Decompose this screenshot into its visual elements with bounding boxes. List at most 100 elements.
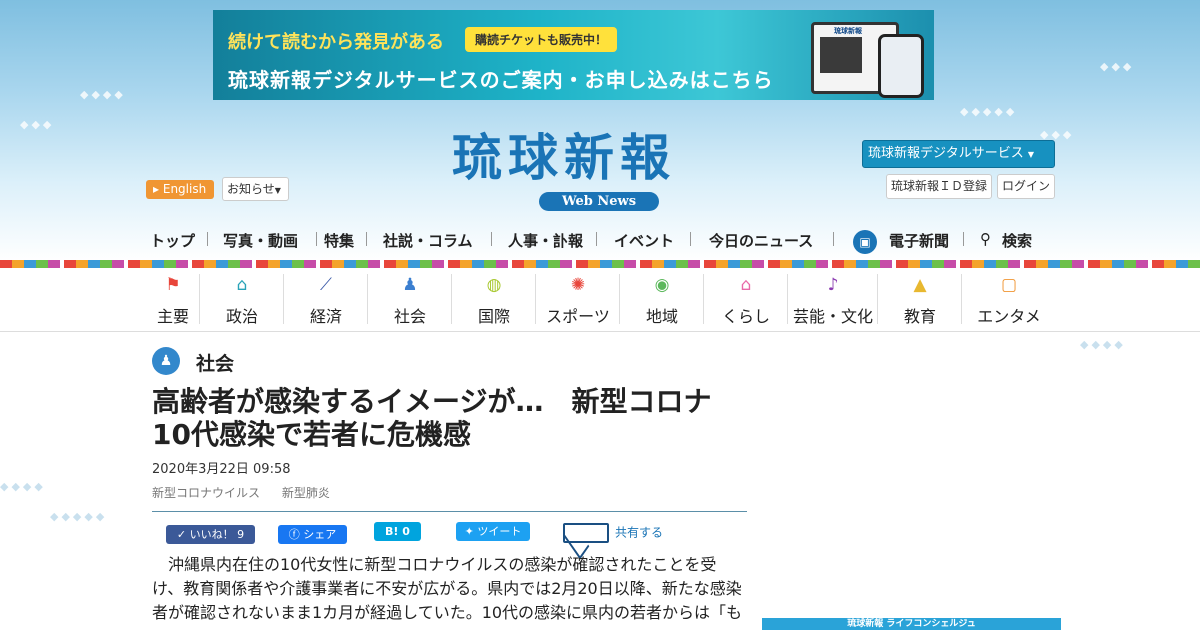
facebook-share-button[interactable]: ⓕ シェア xyxy=(278,525,347,544)
category-nav: ⚑ 主要 ⌂ 政治 ⟋ 経済 ♟ 社会 ◍ 国際 ✺ スポーツ ◉ 地域 ⌂ くらし ♪ 芸能・文… xyxy=(0,268,1200,332)
id-register-button[interactable]: 琉球新報ＩＤ登録 xyxy=(886,174,992,199)
tag-link[interactable]: 新型コロナウイルス xyxy=(152,486,260,500)
device-screen xyxy=(820,37,862,73)
category-label: 国際 xyxy=(477,307,510,326)
article-title-line-2: 10代感染で若者に危機感 xyxy=(152,418,471,451)
mail-share-button[interactable]: 共有する xyxy=(563,523,663,543)
nav-item-photo-video[interactable]: 写真・動画 xyxy=(223,230,298,251)
e-paper-icon: ▣ xyxy=(853,230,877,254)
tv-icon: ▢ xyxy=(1000,275,1018,295)
nav-item-personnel[interactable]: 人事・訃報 xyxy=(508,230,583,251)
category-item[interactable]: ♟ 社会 xyxy=(368,268,452,330)
fish-decoration: ◆◆◆ xyxy=(20,118,55,131)
nav-divider xyxy=(207,232,208,246)
parliament-icon: ⌂ xyxy=(236,275,248,295)
nav-item-feature[interactable]: 特集 xyxy=(324,230,354,251)
thumbs-up-icon: ✓ xyxy=(176,528,187,541)
house-icon: ⌂ xyxy=(740,275,752,295)
fish-decoration: ◆◆◆◆ xyxy=(0,480,46,493)
nav-divider xyxy=(596,232,597,246)
article-body: 沖縄県内在住の10代女性に新型コロナウイルスの感染が確認されたことを受け、教育関… xyxy=(152,555,743,622)
device-title: 琉球新報 xyxy=(834,26,862,35)
nav-item-e-paper[interactable]: 電子新聞 xyxy=(889,230,949,251)
fish-decoration: ◆◆◆◆ xyxy=(1080,338,1126,351)
category-item[interactable]: ⌂ くらし xyxy=(704,268,788,330)
nav-item-event[interactable]: イベント xyxy=(614,230,674,251)
nav-item-editorial[interactable]: 社説・コラム xyxy=(383,230,473,251)
flag-icon: ⚑ xyxy=(165,275,181,295)
like-label: いいね！ 9 xyxy=(189,528,245,541)
english-label: English xyxy=(162,182,207,196)
life-concierge-banner[interactable]: 琉球新報 ライフコンシェルジュ xyxy=(762,618,1061,630)
category-label: 社会 xyxy=(393,307,426,326)
nav-divider xyxy=(366,232,367,246)
digital-service-label: 琉球新報デジタルサービス xyxy=(868,146,1024,161)
digital-service-banner[interactable]: 続けて読むから発見がある 購読チケットも販売中！ 琉球新報デジタルサービスのご案… xyxy=(213,10,934,100)
mail-share-label: 共有する xyxy=(615,525,664,540)
graduation-cap-icon: ▲ xyxy=(913,275,927,295)
category-item[interactable]: ▲ 教育 xyxy=(878,268,962,330)
nav-item-top[interactable]: トップ xyxy=(150,230,195,251)
category-label: 政治 xyxy=(225,307,258,326)
nav-divider xyxy=(316,232,317,246)
runner-icon: ✺ xyxy=(570,275,586,295)
caret-down-icon: ▼ xyxy=(1027,150,1035,159)
category-item[interactable]: ✺ スポーツ xyxy=(536,268,620,330)
category-label: くらし xyxy=(721,307,770,326)
banner-headline: 琉球新報デジタルサービスのご案内・お申し込みはこちら xyxy=(228,68,774,92)
category-label: エンタメ xyxy=(977,307,1041,326)
category-label: 経済 xyxy=(309,307,342,326)
article-date: 2020年3月22日 09:58 xyxy=(152,462,291,477)
fish-decoration: ◆◆◆◆ xyxy=(80,88,126,101)
tweet-button[interactable]: ✦ ツイート xyxy=(456,522,530,541)
category-label: スポーツ xyxy=(546,307,610,326)
digital-service-dropdown[interactable]: 琉球新報デジタルサービス ▼ xyxy=(862,140,1055,168)
facebook-share-label: シェア xyxy=(303,528,337,541)
nav-divider xyxy=(833,232,834,246)
map-pin-icon: ◉ xyxy=(654,275,670,295)
chart-line-icon: ⟋ xyxy=(320,275,332,295)
nav-item-search[interactable]: 検索 xyxy=(1002,230,1032,251)
article-tags: 新型コロナウイルス 新型肺炎 xyxy=(152,484,330,501)
facebook-icon: ⓕ xyxy=(288,528,300,541)
article-title: 高齢者が感染するイメージが… 新型コロナ 10代感染で若者に危機感 xyxy=(152,385,752,451)
caret-down-icon: ▼ xyxy=(274,186,281,195)
site-logo[interactable]: 琉球新報 xyxy=(452,128,676,188)
divider xyxy=(152,511,747,512)
hatena-bookmark-button[interactable]: B! 0 xyxy=(374,522,421,541)
nav-item-todays-news[interactable]: 今日のニュース xyxy=(709,230,813,251)
login-button[interactable]: ログイン xyxy=(997,174,1055,199)
category-label: 地域 xyxy=(645,307,678,326)
category-item[interactable]: ⌂ 政治 xyxy=(200,268,284,330)
notice-label: お知らせ xyxy=(227,182,275,196)
article-title-line-1: 高齢者が感染するイメージが… 新型コロナ xyxy=(152,385,712,418)
play-icon: ▸ xyxy=(153,182,160,196)
category-label: 教育 xyxy=(903,307,936,326)
sanshin-icon: ♪ xyxy=(827,275,839,295)
category-item[interactable]: ⚑ 主要 xyxy=(146,268,200,330)
phone-illustration xyxy=(878,34,924,98)
globe-icon: ◍ xyxy=(486,275,502,295)
english-button[interactable]: ▸ English xyxy=(146,180,214,199)
fish-decoration: ◆◆◆ xyxy=(1100,60,1135,73)
banner-ticket-pill: 購読チケットも販売中！ xyxy=(465,27,618,52)
category-label: 主要 xyxy=(156,307,189,326)
global-nav: トップ 写真・動画 特集 社説・コラム 人事・訃報 イベント 今日のニュース ▣… xyxy=(150,224,1050,254)
banner-tagline: 続けて読むから発見がある xyxy=(228,32,444,53)
tweet-label: ツイート xyxy=(477,525,522,538)
envelope-icon xyxy=(563,523,609,543)
facebook-like-button[interactable]: ✓ いいね！ 9 xyxy=(166,525,255,544)
category-item[interactable]: ◉ 地域 xyxy=(620,268,704,330)
section-people-icon: ♟ xyxy=(152,347,180,375)
tag-link[interactable]: 新型肺炎 xyxy=(282,486,330,500)
category-item[interactable]: ◍ 国際 xyxy=(452,268,536,330)
nav-divider xyxy=(690,232,691,246)
category-item[interactable]: ⟋ 経済 xyxy=(284,268,368,330)
people-icon: ♟ xyxy=(402,275,418,295)
category-item[interactable]: ▢ エンタメ xyxy=(962,268,1056,330)
nav-divider xyxy=(963,232,964,246)
notice-dropdown[interactable]: お知らせ▼ xyxy=(222,177,289,201)
category-item[interactable]: ♪ 芸能・文化 xyxy=(788,268,878,330)
fish-decoration: ◆◆◆◆◆ xyxy=(960,105,1018,118)
twitter-icon: ✦ xyxy=(464,525,474,538)
